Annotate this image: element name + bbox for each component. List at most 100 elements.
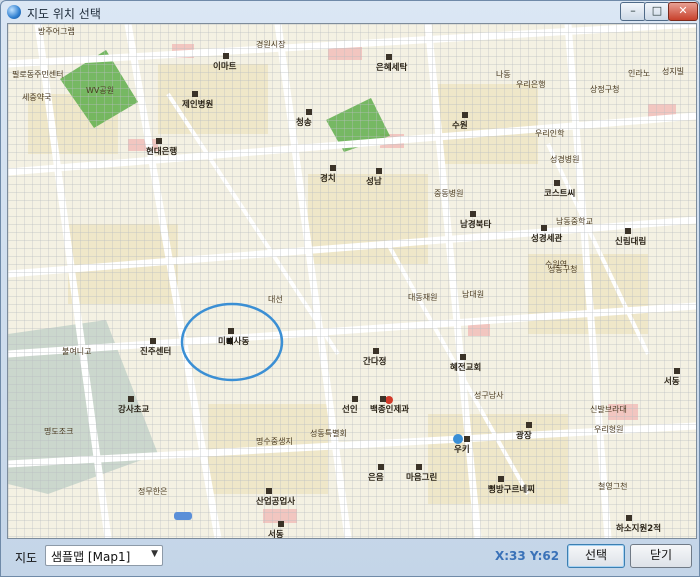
close-button[interactable]: 닫기 [630, 544, 692, 568]
globe-icon [7, 5, 21, 19]
maximize-button[interactable]: □ [644, 2, 670, 21]
map-label-text: 남대원 [462, 290, 484, 299]
bottom-bar: 지도 샘플맵 [Map1] ▼ X:33 Y:62 선택 닫기 [1, 539, 699, 576]
place-pin-icon [150, 338, 156, 344]
map-label-text: 이마트 [213, 61, 237, 72]
place-pin-icon [278, 521, 284, 527]
map-label-text: 산업공업사 [256, 496, 295, 507]
map-label-text: 명수중생지 [256, 436, 293, 446]
map-label-text: 정무한은 [138, 486, 167, 496]
map-label-text: 남경북타 [460, 219, 491, 230]
place-pin-icon [460, 354, 466, 360]
map-label-text: 현대은행 [146, 146, 177, 157]
map-label-text: 성경병원 [550, 154, 579, 164]
map-label-text: 뻥방구르네찌 [488, 484, 535, 495]
map-label-text: 성지빌 [662, 66, 684, 76]
map-label-text: 불여니고 [62, 346, 91, 356]
close-window-button[interactable]: ✕ [668, 2, 698, 21]
place-pin-icon [378, 464, 384, 470]
map-label-text: 은음 [368, 472, 384, 483]
map-label-text: 성경세관 [531, 233, 562, 244]
place-pin-icon [625, 228, 631, 234]
place-pin-icon [306, 109, 312, 115]
map-label-text: 마음그린 [406, 472, 437, 483]
map-drawing[interactable]: 방주어그랩필로동주민센터세중약국 WV공원 이마트 경원시장제인병원 은혜세탁나동우리은… [8, 24, 696, 538]
subway-icon [453, 434, 463, 444]
map-label-text: 신림대림 [615, 236, 646, 247]
map-label-text: 혜전교회 [450, 362, 481, 373]
map-label-text: 제인병원 [182, 99, 213, 110]
map-label-text: WV공원 [86, 86, 114, 95]
map-label-text: 우키 [454, 444, 470, 455]
map-select-value: 샘플맵 [Map1] [51, 550, 131, 564]
map-label-text: 필로동주민센터 [12, 69, 64, 79]
place-pin-icon [228, 328, 234, 334]
map-label-text: 남동중학교 [556, 216, 593, 226]
map-label-text: 성구남사 [474, 391, 504, 400]
place-pin-icon [266, 488, 272, 494]
map-label-text: 나동 [496, 70, 511, 79]
map-label-text: 백종인제과 [370, 404, 409, 415]
map-label-text: 성남 [366, 176, 382, 187]
place-pin-icon [498, 476, 504, 482]
hospital-icon [385, 396, 393, 404]
place-pin-icon [380, 396, 386, 402]
map-canvas[interactable]: 방주어그랩필로동주민센터세중약국 WV공원 이마트 경원시장제인병원 은혜세탁나동우리은… [7, 23, 697, 539]
place-pin-icon [330, 165, 336, 171]
place-pin-icon [470, 211, 476, 217]
bus-stop-icon [174, 512, 192, 520]
place-pin-icon [554, 180, 560, 186]
map-label-text: 방주어그랩 [38, 26, 75, 36]
place-pin-icon [128, 396, 134, 402]
map-label-text: 미대사동 [218, 336, 249, 347]
place-pin-icon [156, 138, 162, 144]
map-label-text: 우리은행 [516, 79, 545, 89]
map-label-text: 세중약국 [22, 92, 51, 102]
map-label-text: 인라노 [628, 68, 650, 78]
place-pin-icon [386, 54, 392, 60]
window-title: 지도 위치 선택 [27, 7, 101, 21]
place-pin-icon [674, 368, 680, 374]
map-label-text: 진주센터 [140, 346, 171, 357]
place-pin-icon [352, 396, 358, 402]
title-bar[interactable]: 지도 위치 선택 – □ ✕ [1, 1, 699, 23]
map-select-dropdown[interactable]: 샘플맵 [Map1] ▼ [45, 545, 163, 566]
place-pin-icon [462, 112, 468, 118]
map-label-text: 하소지원2적 [616, 523, 661, 534]
map-label-text: 광장 [516, 430, 532, 441]
map-label-text: 중동병원 [434, 189, 463, 198]
place-pin-icon [373, 348, 379, 354]
map-label-text: 간다정 [363, 356, 386, 367]
map-label-text: 서동 [664, 376, 680, 387]
map-label-text: 대동재원 [408, 293, 437, 302]
map-label-text: 철영그천 [598, 481, 627, 491]
coordinates-readout: X:33 Y:62 [495, 549, 560, 563]
map-label-text: 성동구청 [548, 265, 577, 274]
map-label: 지도 [15, 551, 38, 565]
map-grid [8, 24, 696, 538]
map-label-text: 코스트씨 [544, 189, 575, 199]
map-label-text: 선인 [342, 404, 358, 415]
place-pin-icon [376, 168, 382, 174]
map-label-text: 강사초교 [118, 404, 149, 415]
place-pin-icon [223, 53, 229, 59]
select-button[interactable]: 선택 [567, 544, 625, 568]
map-label-text: 수원 [452, 120, 468, 131]
map-label-text: 경원시장 [256, 39, 286, 49]
map-label-text: 성동특별회 [310, 428, 347, 438]
place-pin-icon [464, 436, 470, 442]
map-label-text: 우리인학 [535, 128, 565, 138]
map-location-dialog: 지도 위치 선택 – □ ✕ 방주어그랩 필로동주민센터 세중약국 WV공원 이… [0, 0, 700, 577]
place-pin-icon [192, 91, 198, 97]
place-pin-icon [541, 225, 547, 231]
map-label-text: 우리형원 [594, 425, 623, 434]
place-pin-icon [416, 464, 422, 470]
map-label-text: 대선 [268, 295, 283, 304]
map-label-text: 청송 [296, 117, 312, 128]
map-label-text: 서동 [268, 529, 284, 538]
map-label-text: 상정구청 [590, 84, 619, 94]
map-label-text: 은혜세탁 [376, 62, 407, 73]
map-label-text: 명도조크 [44, 426, 73, 436]
minimize-button[interactable]: – [620, 2, 646, 21]
map-label-text: 경치 [320, 173, 336, 184]
